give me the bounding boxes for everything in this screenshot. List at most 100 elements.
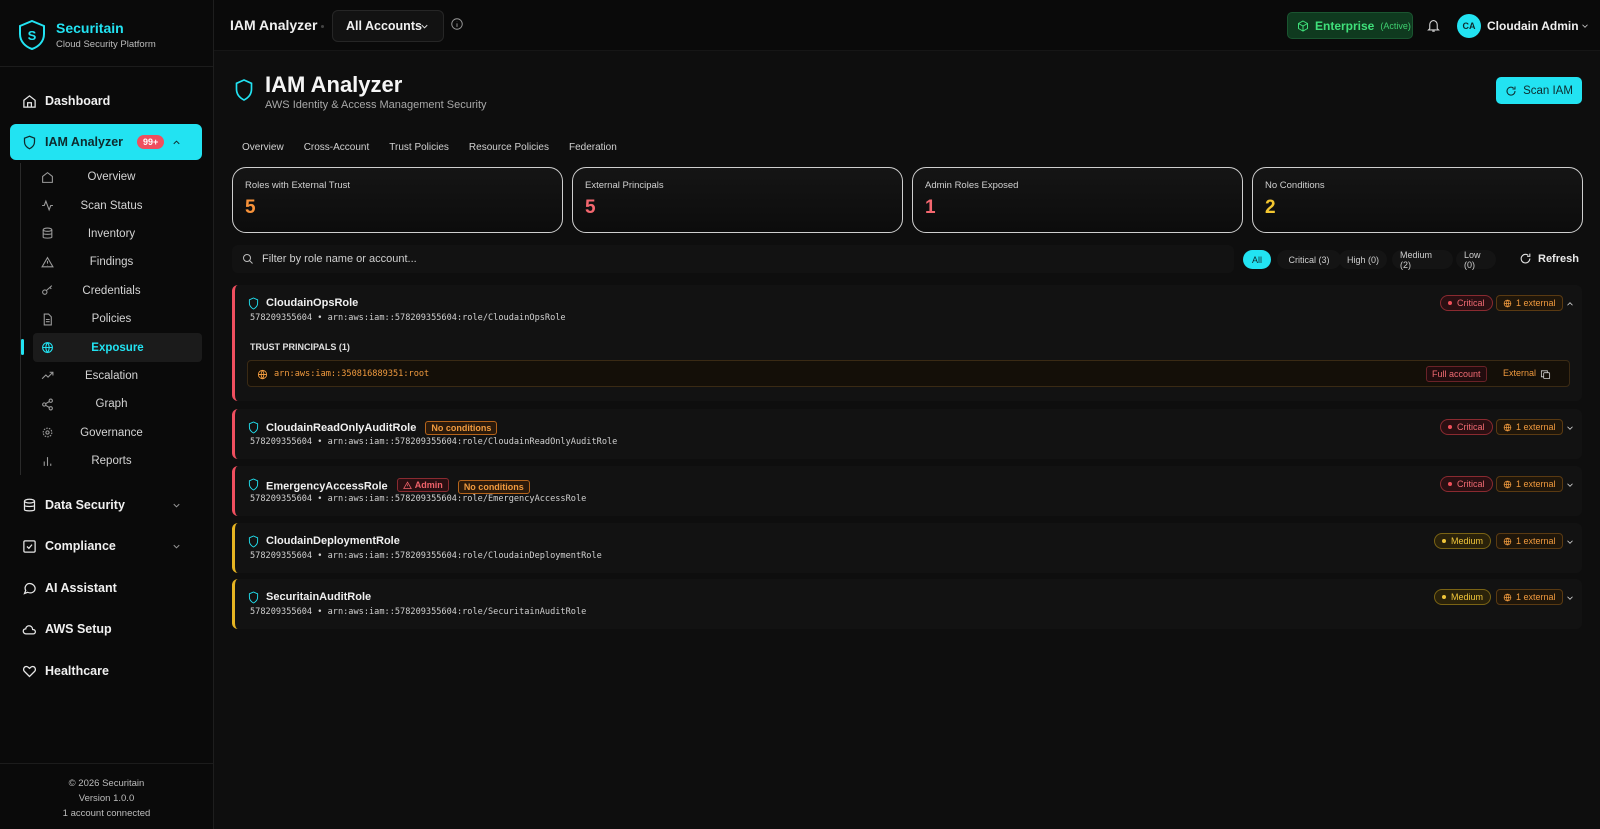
severity-label: Medium [1451,536,1484,546]
shield-icon [248,535,259,548]
stat-card-no-conditions[interactable]: No Conditions 2 [1252,167,1583,233]
filter-medium[interactable]: Medium (2) [1392,250,1453,270]
role-card[interactable]: EmergencyAccessRole Admin No conditions … [232,466,1582,516]
chevron-down-icon[interactable] [1580,21,1590,31]
tab-resource-policies[interactable]: Resource Policies [459,137,559,158]
principal-arn: arn:aws:iam::350816889351:root [274,369,430,379]
subnav-overview[interactable]: Overview [21,163,202,191]
tab-cross-account[interactable]: Cross-Account [294,137,380,158]
nav-aws-setup[interactable]: AWS Setup [10,611,202,647]
external-label: 1 external [1516,592,1556,602]
nav-dashboard[interactable]: Dashboard [10,83,202,119]
severity-dot [1448,425,1452,429]
info-icon[interactable] [450,17,464,31]
check-square-icon [23,539,36,553]
divider [0,66,213,67]
tab-trust-policies[interactable]: Trust Policies [379,137,459,158]
filter-high[interactable]: High (0) [1339,250,1387,269]
role-name-row: EmergencyAccessRole Admin No conditions [266,478,530,494]
avatar[interactable]: CA [1457,14,1481,38]
copy-icon[interactable] [1540,369,1551,380]
nav-iam-analyzer[interactable]: IAM Analyzer 99+ [10,124,202,160]
chevron-up-icon[interactable] [171,137,182,148]
role-card[interactable]: SecuritainAuditRole 578209355604 • arn:a… [232,579,1582,629]
chevron-up-icon[interactable] [1565,299,1575,309]
version: Version 1.0.0 [78,793,135,804]
alert-triangle-icon [41,256,54,268]
stat-value: 1 [925,197,936,218]
subnav-findings[interactable]: Findings [21,248,202,276]
role-card[interactable]: CloudainOpsRole 578209355604 • arn:aws:i… [232,285,1582,401]
tab-overview[interactable]: Overview [232,137,294,158]
role-name: CloudainDeploymentRole [266,535,400,547]
brand[interactable]: S Securitain Cloud Security Platform [18,20,156,50]
external-badge: 1 external [1496,476,1563,492]
chevron-down-icon[interactable] [171,541,182,552]
chevron-down-icon[interactable] [171,500,182,511]
subnav-reports[interactable]: Reports [21,447,202,475]
external-label: 1 external [1516,536,1556,546]
no-conditions-tag: No conditions [425,421,498,435]
no-conditions-tag: No conditions [457,479,530,494]
tab-federation[interactable]: Federation [559,137,627,158]
filter-all[interactable]: All [1243,250,1271,269]
role-name: CloudainReadOnlyAuditRole [266,422,417,434]
copyright: © 2026 Securitain [68,778,145,789]
count-badge: 99+ [137,135,165,149]
nav-label: Data Security [45,498,125,512]
iam-subnav: Overview Scan Status Inventory Findings … [20,163,202,476]
search-input[interactable] [262,253,1162,265]
full-account-badge: Full account [1426,366,1487,382]
subnav-label: Findings [89,256,134,269]
subnav-escalation[interactable]: Escalation [21,362,202,390]
subnav-policies[interactable]: Policies [21,305,202,333]
refresh-button[interactable]: Refresh [1519,252,1579,265]
stat-card-admin-roles[interactable]: Admin Roles Exposed 1 [912,167,1243,233]
role-arn: 578209355604 • arn:aws:iam::578209355604… [250,437,618,447]
subnav-graph[interactable]: Graph [21,390,202,418]
subnav-exposure[interactable]: Exposure [21,333,202,362]
user-name[interactable]: Cloudain Admin [1487,19,1579,33]
nav-compliance[interactable]: Compliance [10,528,202,564]
stat-value: 2 [1265,197,1276,218]
stat-label: External Principals [585,180,664,191]
external-badge: 1 external [1496,419,1563,435]
database-icon [42,228,53,240]
nav-label: AI Assistant [45,581,117,595]
nav-ai-assistant[interactable]: AI Assistant [10,570,202,606]
shield-icon [248,478,259,491]
account-select[interactable]: All Accounts [332,10,444,42]
filter-critical[interactable]: Critical (3) [1277,250,1341,269]
role-card[interactable]: CloudainDeploymentRole 578209355604 • ar… [232,523,1582,573]
subnav-label: Policies [91,313,132,326]
chevron-down-icon[interactable] [1565,480,1575,490]
plan-badge[interactable]: Enterprise (Active) [1287,12,1413,39]
subnav-label: Exposure [91,341,144,354]
nav-healthcare[interactable]: Healthcare [10,653,202,689]
chevron-down-icon[interactable] [1565,537,1575,547]
filter-low[interactable]: Low (0) [1456,250,1496,270]
stat-card-external-trust[interactable]: Roles with External Trust 5 [232,167,563,233]
bell-icon[interactable] [1426,18,1441,33]
globe-icon [1503,537,1512,545]
brand-tagline: Cloud Security Platform [56,39,156,50]
role-card[interactable]: CloudainReadOnlyAuditRole No conditions … [232,409,1582,459]
nav-iam-label: IAM Analyzer [45,135,124,149]
file-icon [43,313,52,326]
trending-up-icon [41,372,54,380]
nav-data-security[interactable]: Data Security [10,487,202,523]
stat-card-external-principals[interactable]: External Principals 5 [572,167,903,233]
chevron-down-icon [421,24,428,29]
shield-icon [23,135,36,149]
subnav-inventory[interactable]: Inventory [21,220,202,248]
brand-name: Securitain [56,20,124,36]
subnav-label: Governance [80,426,143,439]
subnav-governance[interactable]: Governance [21,419,202,447]
scan-iam-button[interactable]: Scan IAM [1496,77,1582,104]
chevron-down-icon[interactable] [1565,593,1575,603]
chevron-down-icon[interactable] [1565,423,1575,433]
subnav-scan-status[interactable]: Scan Status [21,191,202,219]
shield-icon [248,421,259,434]
subnav-credentials[interactable]: Credentials [21,277,202,305]
home-icon [23,94,36,108]
